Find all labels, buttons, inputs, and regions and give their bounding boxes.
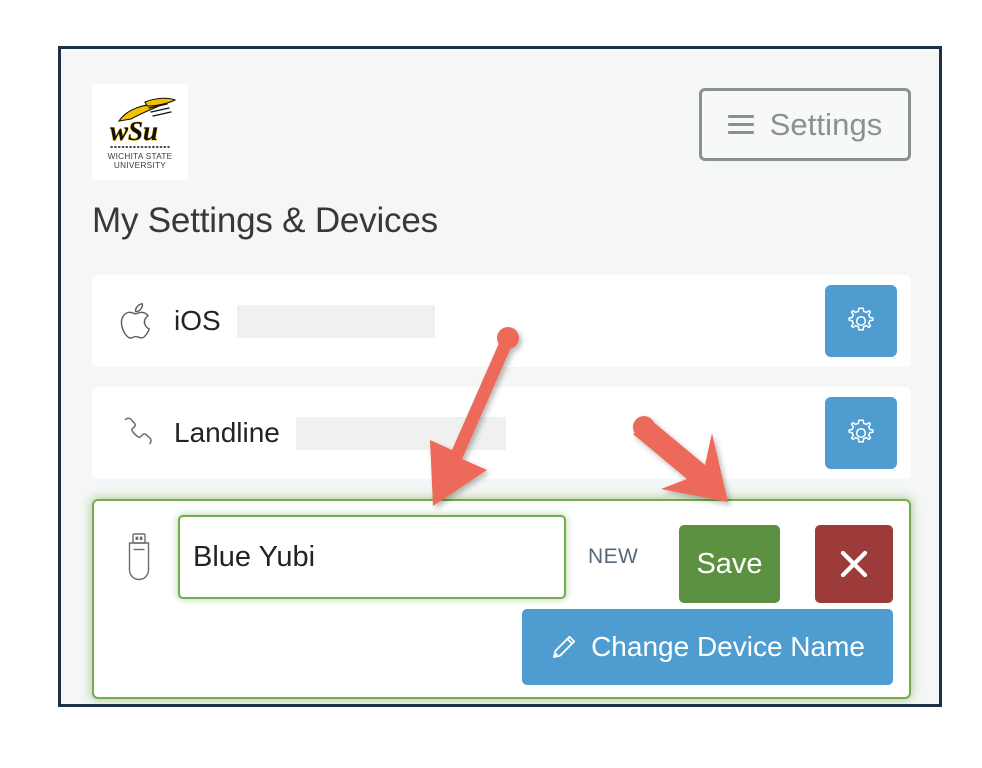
new-device-input-row: NEW	[94, 501, 909, 613]
usb-security-key-icon	[116, 531, 162, 583]
phone-handset-icon	[114, 413, 160, 453]
change-device-name-label: Change Device Name	[591, 631, 865, 662]
device-row-landline[interactable]: Landline	[92, 387, 911, 479]
gear-icon	[848, 307, 874, 331]
device-label-landline: Landline	[174, 417, 280, 448]
device-value-redacted-ios	[236, 304, 435, 338]
wichita-state-university-logo: wSu WICHITA STATE UNIVERSITY	[92, 84, 188, 180]
device-row-ios[interactable]: iOS	[92, 275, 911, 367]
svg-text:wSu: wSu	[110, 116, 158, 146]
page-title: My Settings & Devices	[92, 201, 438, 240]
svg-text:UNIVERSITY: UNIVERSITY	[114, 161, 166, 170]
change-device-name-button[interactable]: Change Device Name	[522, 609, 893, 685]
new-device-card: NEW Save	[92, 499, 911, 699]
save-button[interactable]: Save	[679, 525, 780, 603]
settings-button[interactable]: Settings	[699, 88, 911, 161]
svg-text:WICHITA STATE: WICHITA STATE	[108, 152, 173, 161]
device-settings-button-landline[interactable]	[825, 397, 897, 469]
close-x-icon	[840, 550, 868, 578]
gear-icon	[848, 419, 874, 443]
cancel-button[interactable]	[815, 525, 893, 603]
wsu-logo-svg: wSu WICHITA STATE UNIVERSITY	[97, 89, 183, 175]
device-value-redacted-landline	[295, 416, 506, 450]
device-name-input[interactable]	[178, 515, 566, 599]
apple-logo-icon	[114, 300, 160, 342]
phone-handset-svg	[124, 417, 152, 445]
apple-logo-svg	[120, 303, 151, 339]
new-badge: NEW	[588, 545, 639, 568]
app-window-frame: wSu WICHITA STATE UNIVERSITY Settings My…	[58, 46, 942, 707]
device-settings-button-ios[interactable]	[825, 285, 897, 357]
device-list: iOS Landline Blue Yubi NEW Save Change D…	[61, 241, 939, 699]
device-label-ios: iOS	[174, 305, 221, 336]
settings-button-label: Settings	[769, 106, 883, 142]
pencil-edit-icon	[553, 635, 576, 658]
screenshot-root: wSu WICHITA STATE UNIVERSITY Settings My…	[0, 0, 982, 768]
page-scroll-area[interactable]: wSu WICHITA STATE UNIVERSITY Settings My…	[61, 49, 939, 704]
usb-key-svg	[128, 533, 150, 581]
hamburger-menu-icon	[727, 115, 754, 134]
page-header: wSu WICHITA STATE UNIVERSITY Settings	[61, 49, 939, 180]
